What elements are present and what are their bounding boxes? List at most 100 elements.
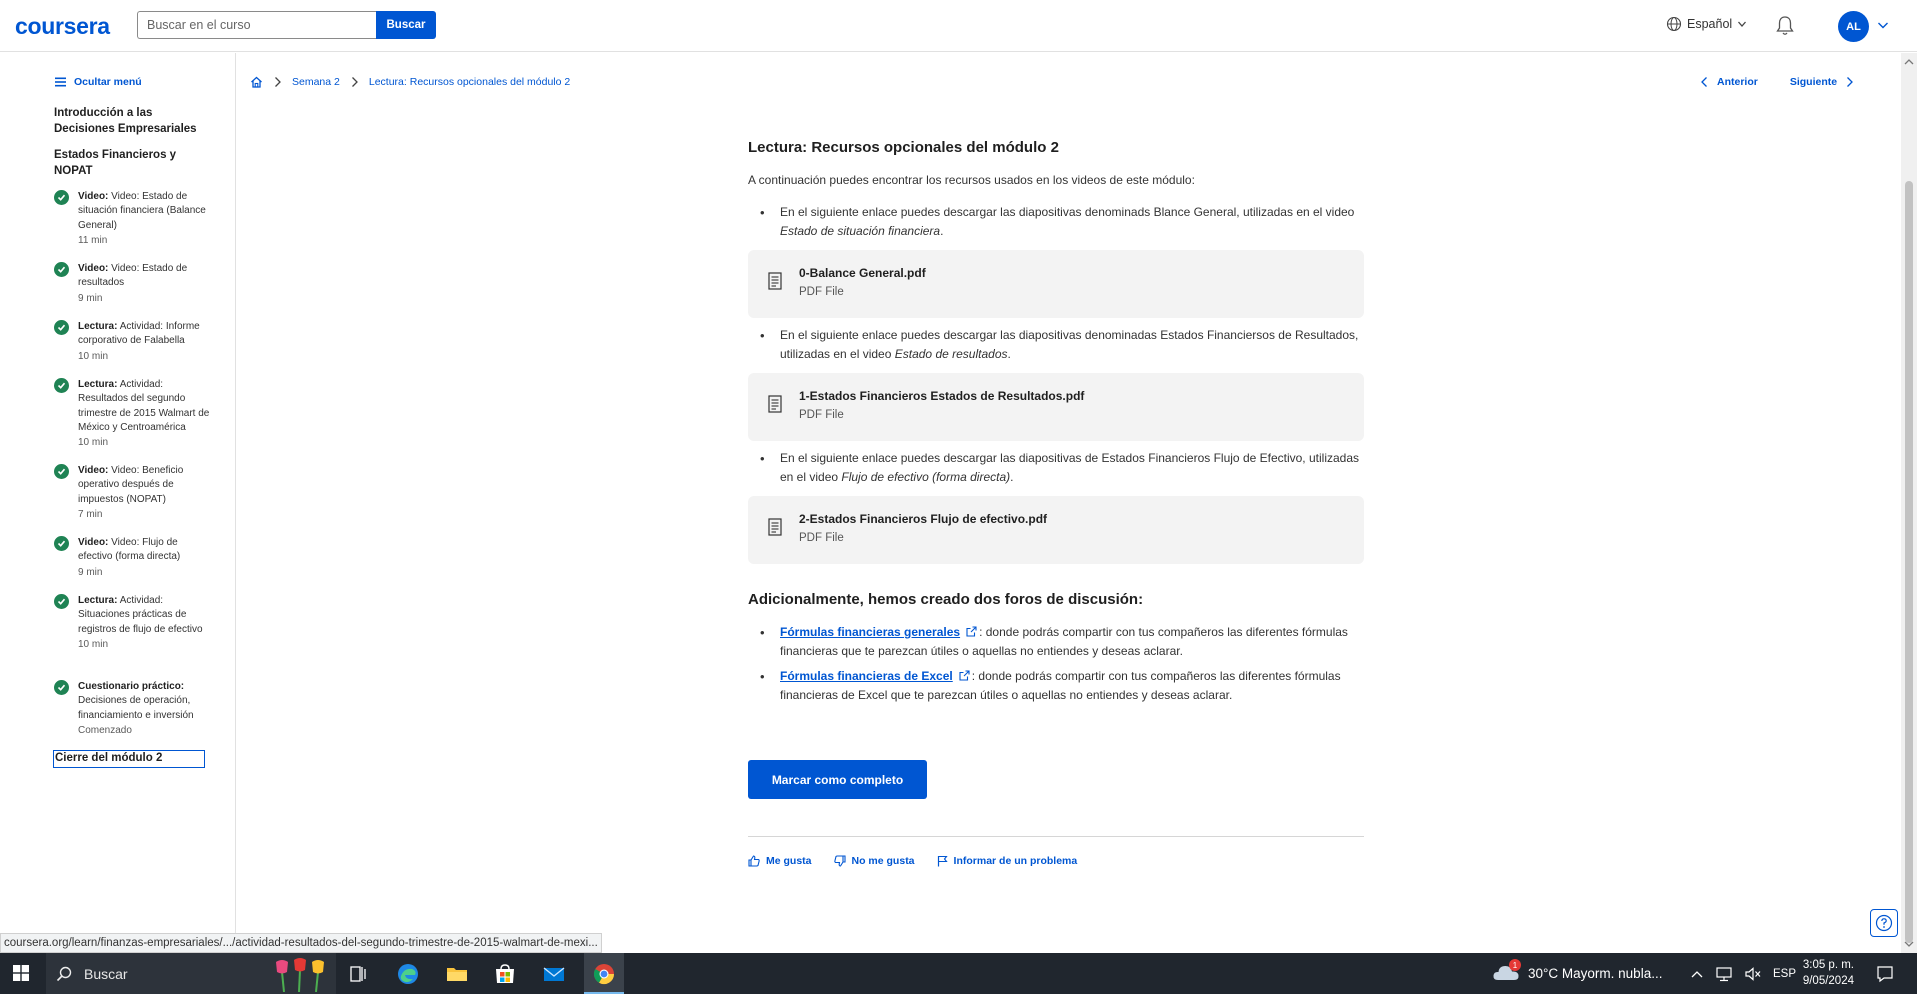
chevron-down-icon	[1738, 21, 1747, 27]
report-problem-button[interactable]: Informar de un problema	[937, 855, 1077, 867]
sidebar-item[interactable]: Video: Video: Estado de resultados 9 min	[54, 262, 214, 307]
globe-icon	[1666, 16, 1682, 32]
hide-menu-label: Ocultar menú	[74, 76, 142, 88]
coursera-logo[interactable]: coursera	[15, 13, 110, 40]
forum-link-general[interactable]: Fórmulas financieras generales	[780, 625, 960, 639]
home-icon[interactable]	[250, 76, 263, 88]
thumbs-down-icon	[833, 855, 846, 867]
sidebar-item[interactable]: Video: Video: Flujo de efectivo (forma d…	[54, 536, 214, 581]
bell-icon	[1776, 16, 1794, 35]
mark-complete-button[interactable]: Marcar como completo	[748, 760, 927, 799]
file-explorer-icon[interactable]	[445, 962, 469, 986]
windows-start-icon[interactable]	[13, 965, 29, 981]
notification-center-icon[interactable]	[1876, 965, 1894, 983]
taskbar-search[interactable]: Buscar	[46, 953, 336, 994]
system-clock[interactable]: 3:05 p. m. 9/05/2024	[1800, 957, 1854, 989]
check-icon	[54, 536, 69, 551]
sidebar-item-duration: 9 min	[78, 566, 103, 578]
sidebar-item-label: Video: Video: Estado de resultados	[78, 263, 188, 289]
check-icon	[54, 262, 69, 277]
weather-badge: 1	[1509, 959, 1521, 971]
file-attachment[interactable]: 0-Balance General.pdf PDF File	[748, 250, 1364, 318]
sidebar-item-duration: 9 min	[78, 292, 103, 304]
chevron-right-icon	[275, 77, 281, 87]
feedback-bar: Me gusta No me gusta Informar de un prob…	[748, 855, 1077, 867]
microsoft-store-icon[interactable]	[493, 962, 517, 986]
course-sidebar: Ocultar menú Introducción a las Decision…	[0, 53, 236, 953]
sidebar-item-label: Lectura: Actividad: Resultados del segun…	[78, 379, 210, 433]
chrome-taskbar-item[interactable]	[584, 953, 624, 994]
help-button[interactable]	[1870, 909, 1898, 937]
file-type: PDF File	[799, 409, 844, 421]
sidebar-item-current[interactable]: Cierre del módulo 2	[53, 750, 205, 768]
file-type: PDF File	[799, 286, 844, 298]
check-icon	[54, 464, 69, 479]
search-icon	[56, 966, 72, 981]
sidebar-item-label: Cuestionario práctico: Decisiones de ope…	[78, 681, 194, 721]
mail-icon[interactable]	[542, 962, 566, 986]
dislike-button[interactable]: No me gusta	[833, 855, 915, 867]
breadcrumb: Semana 2 Lectura: Recursos opcionales de…	[250, 76, 570, 88]
sidebar-item[interactable]: Cuestionario práctico: Decisiones de ope…	[54, 680, 214, 739]
previous-link[interactable]: Anterior	[1717, 76, 1758, 88]
scrollbar-thumb[interactable]	[1905, 181, 1913, 943]
status-bar-url: coursera.org/learn/finanzas-empresariale…	[0, 933, 602, 953]
sidebar-item-label: Lectura: Actividad: Situaciones práctica…	[78, 595, 203, 635]
network-icon[interactable]	[1715, 966, 1733, 982]
task-view-icon[interactable]	[346, 962, 370, 986]
check-icon	[54, 190, 69, 205]
speaker-muted-icon[interactable]	[1744, 966, 1762, 982]
next-link[interactable]: Siguiente	[1790, 76, 1837, 88]
sidebar-item[interactable]: Lectura: Actividad: Informe corporativo …	[54, 320, 214, 365]
resource-description: En el siguiente enlace puedes descargar …	[760, 326, 1364, 364]
page-scrollbar[interactable]	[1901, 53, 1917, 953]
top-bar: coursera Buscar Español AL	[0, 0, 1917, 52]
sidebar-item-label: Video: Video: Flujo de efectivo (forma d…	[78, 537, 181, 563]
file-attachment[interactable]: 1-Estados Financieros Estados de Resulta…	[748, 373, 1364, 441]
language-selector[interactable]: Español	[1666, 16, 1747, 32]
keyboard-language[interactable]: ESP	[1773, 968, 1796, 980]
page-title: Lectura: Recursos opcionales del módulo …	[748, 139, 1059, 156]
chevron-down-icon[interactable]	[1877, 20, 1889, 30]
sidebar-item[interactable]: Video: Video: Beneficio operativo despué…	[54, 464, 214, 523]
search-input[interactable]	[137, 11, 377, 39]
check-icon	[54, 680, 69, 695]
sidebar-module-intro[interactable]: Introducción a las Decisiones Empresaria…	[54, 105, 214, 137]
weather-widget[interactable]: 1 30°C Mayorm. nubla...	[1492, 953, 1662, 994]
sidebar-item-duration: 10 min	[78, 350, 109, 362]
file-attachment[interactable]: 2-Estados Financieros Flujo de efectivo.…	[748, 496, 1364, 564]
sidebar-item[interactable]: Lectura: Actividad: Resultados del segun…	[54, 378, 214, 451]
forum-link-excel[interactable]: Fórmulas financieras de Excel	[780, 669, 953, 683]
file-name: 1-Estados Financieros Estados de Resulta…	[799, 389, 1085, 403]
sidebar-item[interactable]: Video: Video: Estado de situación financ…	[54, 190, 214, 249]
avatar[interactable]: AL	[1838, 11, 1869, 42]
chevron-left-icon	[1701, 77, 1707, 87]
tulips-icon	[276, 957, 324, 992]
chevron-up-icon[interactable]	[1690, 969, 1704, 979]
external-link-icon	[959, 670, 970, 681]
sidebar-item[interactable]: Lectura: Actividad: Situaciones práctica…	[54, 594, 214, 653]
sidebar-module-estados[interactable]: Estados Financieros y NOPAT	[54, 147, 214, 179]
document-icon	[768, 272, 782, 290]
intro-text: A continuación puedes encontrar los recu…	[748, 173, 1195, 187]
file-type: PDF File	[799, 532, 844, 544]
clock-time: 3:05 p. m.	[1802, 959, 1854, 971]
chevron-right-icon	[1847, 77, 1854, 87]
search-button[interactable]: Buscar	[376, 11, 436, 39]
notifications-button[interactable]	[1775, 15, 1795, 42]
resource-description: En el siguiente enlace puedes descargar …	[760, 203, 1364, 241]
hide-menu-button[interactable]: Ocultar menú	[55, 76, 142, 88]
sidebar-item-duration: 10 min	[78, 638, 109, 650]
forums-heading: Adicionalmente, hemos creado dos foros d…	[748, 591, 1144, 608]
document-icon	[768, 518, 782, 536]
weather-text: 30°C Mayorm. nubla...	[1528, 966, 1663, 981]
scroll-down-arrow-icon[interactable]	[1901, 937, 1917, 951]
breadcrumb-week[interactable]: Semana 2	[292, 76, 340, 88]
like-button[interactable]: Me gusta	[748, 855, 812, 867]
clock-date: 9/05/2024	[1802, 975, 1854, 987]
scroll-up-arrow-icon[interactable]	[1901, 55, 1917, 69]
sidebar-item-duration: 7 min	[78, 508, 103, 520]
menu-icon	[55, 77, 66, 87]
edge-browser-icon[interactable]	[396, 962, 420, 986]
breadcrumb-page[interactable]: Lectura: Recursos opcionales del módulo …	[369, 76, 570, 88]
